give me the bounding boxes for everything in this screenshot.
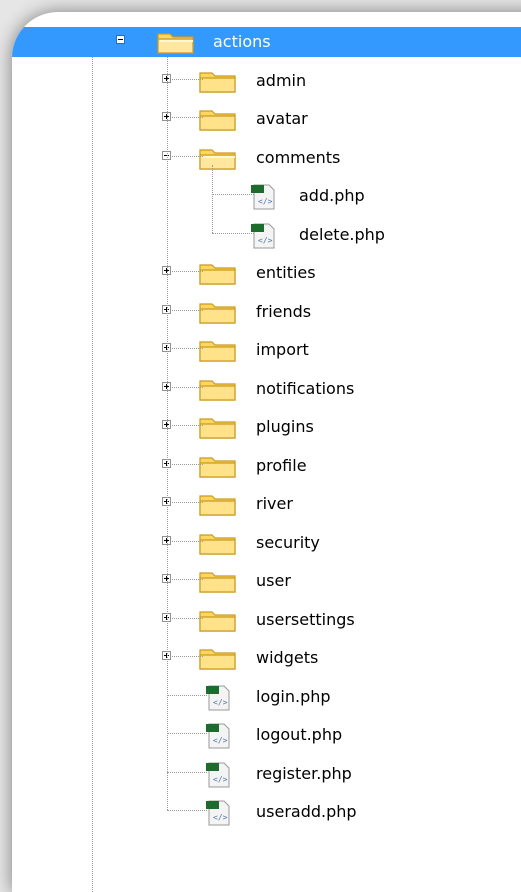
- svg-text:</>: </>: [213, 775, 228, 784]
- tree-folder-notifications[interactable]: notifications: [12, 374, 521, 404]
- tree-file-useradd-php[interactable]: </> useradd.php: [12, 797, 521, 827]
- tree-connector-line: [172, 271, 203, 272]
- php-file-icon: </>: [197, 683, 239, 711]
- tree-folder-usersettings[interactable]: usersettings: [12, 605, 521, 635]
- php-file-icon: </>: [242, 221, 284, 249]
- tree-connector-line: [212, 194, 254, 195]
- tree-file-login-php[interactable]: </> login.php: [12, 682, 521, 712]
- tree-item-label: delete.php: [299, 224, 385, 244]
- tree-connector-line: [167, 810, 207, 811]
- tree-connector-line: [167, 694, 207, 696]
- tree-item-label: profile: [256, 455, 307, 475]
- tree-connector-line: [172, 540, 203, 542]
- folder-icon: [197, 644, 239, 672]
- tree-connector-line: [167, 771, 207, 773]
- folder-icon: [197, 606, 239, 634]
- tree-connector-line: [172, 463, 203, 465]
- svg-text:</>: </>: [213, 736, 228, 745]
- folder-icon: [197, 529, 239, 557]
- folder-icon: [197, 375, 239, 403]
- tree-item-label: widgets: [256, 648, 319, 667]
- tree-file-add-php[interactable]: </> add.php: [12, 181, 521, 211]
- folder-icon: [197, 298, 239, 326]
- folder-open-icon: [155, 28, 197, 56]
- tree-item-label: security: [256, 532, 320, 552]
- folder-icon: [197, 259, 239, 287]
- tree-file-register-php[interactable]: </> register.php: [12, 759, 521, 789]
- tree-item-label: register.php: [256, 763, 352, 783]
- php-file-icon: </>: [197, 798, 239, 826]
- tree-item-label: import: [256, 340, 309, 359]
- tree-folder-river[interactable]: river: [12, 489, 521, 519]
- tree-connector-line: [172, 579, 203, 580]
- tree-connector-line: [172, 348, 203, 349]
- svg-text:</>: </>: [213, 698, 228, 707]
- tree-folder-avatar[interactable]: avatar: [12, 104, 521, 134]
- tree-item-label: notifications: [256, 378, 355, 398]
- tree-connector-line: [172, 309, 203, 311]
- folder-icon: [197, 144, 239, 172]
- tree-item-label: login.php: [256, 686, 331, 706]
- tree-view-panel: actions admin avatar comments </> add.ph…: [12, 12, 521, 892]
- folder-icon: [197, 413, 239, 441]
- tree-connector-line: [172, 617, 203, 619]
- folder-icon: [197, 490, 239, 518]
- tree-connector-line: [172, 386, 203, 388]
- tree-item-label: actions: [213, 32, 271, 51]
- folder-icon: [197, 452, 239, 480]
- tree-item-label: usersettings: [256, 609, 355, 629]
- folder-icon: [197, 105, 239, 133]
- tree-guide-line: [167, 57, 168, 810]
- tree-connector-line: [172, 502, 203, 503]
- tree-file-logout-php[interactable]: </> logout.php: [12, 720, 521, 750]
- tree-folder-profile[interactable]: profile: [12, 451, 521, 481]
- tree-item-label: plugins: [256, 417, 314, 436]
- tree-connector-line: [172, 155, 203, 157]
- tree-folder-actions[interactable]: actions: [12, 27, 521, 57]
- tree-item-label: admin: [256, 70, 307, 90]
- tree-folder-security[interactable]: security: [12, 528, 521, 558]
- svg-text:</>: </>: [258, 236, 273, 245]
- folder-tree: actions admin avatar comments </> add.ph…: [12, 12, 521, 892]
- tree-folder-comments[interactable]: comments: [12, 143, 521, 173]
- folder-icon: [197, 67, 239, 95]
- php-file-icon: </>: [197, 721, 239, 749]
- folder-icon: [197, 336, 239, 364]
- tree-file-delete-php[interactable]: </> delete.php: [12, 220, 521, 250]
- php-file-icon: </>: [197, 760, 239, 788]
- tree-item-label: user: [256, 571, 291, 590]
- svg-text:</>: </>: [213, 813, 228, 822]
- tree-folder-import[interactable]: import: [12, 335, 521, 365]
- tree-item-label: add.php: [299, 186, 365, 205]
- php-file-icon: </>: [242, 182, 284, 210]
- collapse-toggle-icon[interactable]: [116, 35, 125, 44]
- tree-folder-user[interactable]: user: [12, 566, 521, 596]
- tree-folder-admin[interactable]: admin: [12, 66, 521, 96]
- tree-connector-line: [212, 232, 254, 234]
- tree-connector-line: [172, 656, 203, 657]
- tree-connector-line: [172, 78, 203, 80]
- tree-item-label: logout.php: [256, 725, 343, 744]
- tree-folder-widgets[interactable]: widgets: [12, 643, 521, 673]
- tree-guide-line: [212, 164, 213, 233]
- folder-icon: [197, 567, 239, 595]
- tree-folder-entities[interactable]: entities: [12, 258, 521, 288]
- tree-item-label: useradd.php: [256, 802, 357, 821]
- svg-text:</>: </>: [258, 197, 273, 206]
- tree-folder-friends[interactable]: friends: [12, 297, 521, 327]
- tree-item-label: friends: [256, 301, 312, 321]
- tree-connector-line: [172, 425, 203, 426]
- tree-item-label: entities: [256, 263, 316, 282]
- tree-item-label: avatar: [256, 109, 308, 128]
- tree-connector-line: [172, 117, 203, 118]
- tree-item-label: river: [256, 494, 293, 513]
- tree-connector-line: [167, 733, 207, 734]
- tree-folder-plugins[interactable]: plugins: [12, 412, 521, 442]
- tree-item-label: comments: [256, 147, 341, 167]
